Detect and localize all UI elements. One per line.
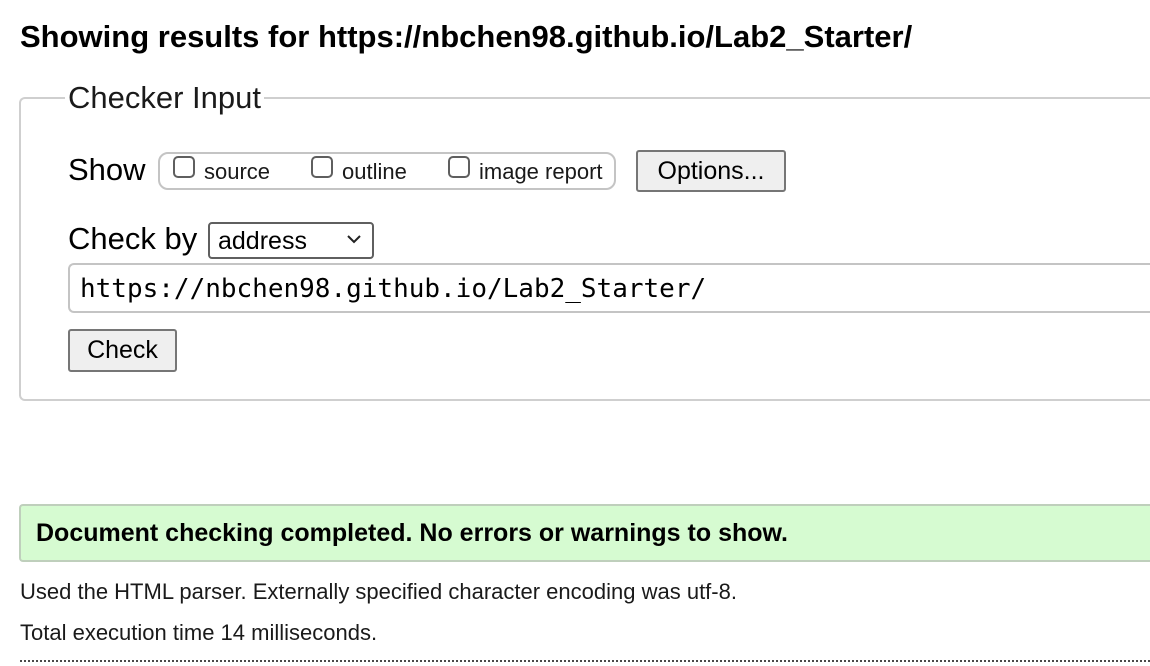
check-button[interactable]: Check xyxy=(68,329,177,372)
results-heading: Showing results for https://nbchen98.git… xyxy=(20,19,913,54)
image-report-checkbox[interactable] xyxy=(448,156,470,178)
checker-input-legend: Checker Input xyxy=(65,80,264,116)
url-input-value: https://nbchen98.github.io/Lab2_Starter/ xyxy=(80,274,707,304)
options-button[interactable]: Options... xyxy=(636,150,786,192)
source-checkbox-label[interactable]: source xyxy=(204,159,270,185)
chevron-down-icon xyxy=(347,235,361,244)
check-by-selected-value: address xyxy=(218,227,307,255)
outline-checkbox[interactable] xyxy=(311,156,333,178)
show-label: Show xyxy=(68,152,146,187)
success-message-box: Document checking completed. No errors o… xyxy=(19,504,1150,562)
url-input[interactable]: https://nbchen98.github.io/Lab2_Starter/ xyxy=(68,263,1150,313)
validator-results-page: Showing results for https://nbchen98.git… xyxy=(0,0,1150,666)
check-by-label: Check by xyxy=(68,221,198,256)
execution-time-info: Total execution time 14 milliseconds. xyxy=(20,620,378,645)
checker-input-fieldset: Checker Input Show source outline image … xyxy=(19,80,1150,401)
source-checkbox[interactable] xyxy=(173,156,195,178)
success-message: Document checking completed. No errors o… xyxy=(36,519,788,547)
outline-checkbox-label[interactable]: outline xyxy=(342,159,407,185)
check-by-select[interactable]: address xyxy=(208,222,374,259)
parser-info: Used the HTML parser. Externally specifi… xyxy=(20,579,737,604)
show-options-group: source outline image report xyxy=(158,152,616,190)
dotted-divider xyxy=(20,660,1150,662)
image-report-checkbox-label[interactable]: image report xyxy=(479,159,603,185)
